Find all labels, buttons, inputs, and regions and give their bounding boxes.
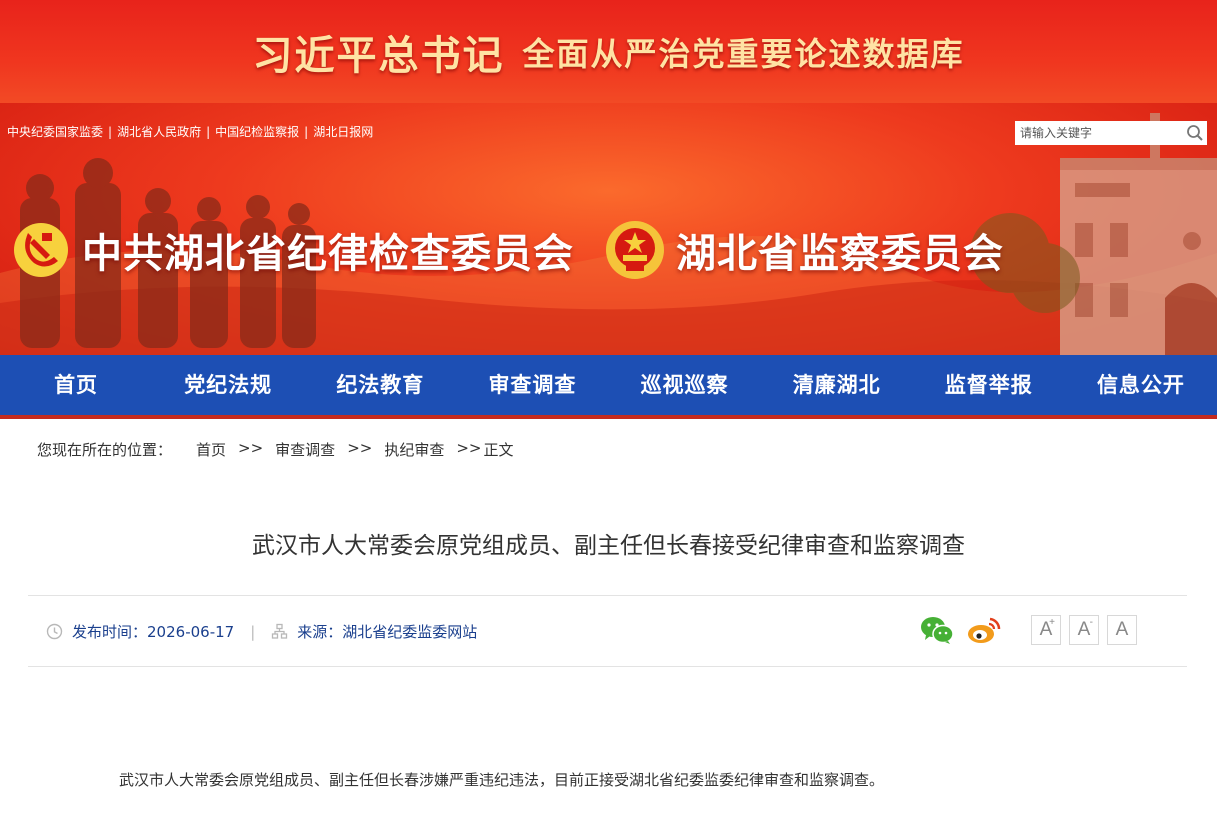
breadcrumb-home[interactable]: 首页 <box>196 439 226 460</box>
site-title: 中共湖北省纪律检查委员会 湖北省监察委员会 <box>12 219 1004 281</box>
nav-inspection[interactable]: 巡视巡察 <box>609 355 761 415</box>
article-meta: 发布时间： 2026-06-17 | 来源： 湖北省纪委监委网站 <box>46 621 477 642</box>
source-icon <box>272 623 288 639</box>
util-link-hubei-gov[interactable]: 湖北省人民政府 <box>117 123 201 140</box>
font-reset-label: A <box>1115 619 1129 640</box>
util-link-jjjcb[interactable]: 中国纪检监察报 <box>215 123 299 140</box>
top-banner[interactable]: 习近平总书记 全面从严治党重要论述数据库 <box>0 0 1217 103</box>
nav-investigation[interactable]: 审查调查 <box>456 355 608 415</box>
font-decrease-button[interactable]: A- <box>1069 615 1099 645</box>
divider-bottom <box>28 666 1187 667</box>
national-emblem-icon <box>606 221 664 279</box>
util-link-ccdi[interactable]: 中央纪委国家监委 <box>7 123 103 140</box>
banner-title-sub: 全面从严治党重要论述数据库 <box>522 34 965 73</box>
main-nav: 首页 党纪法规 纪法教育 审查调查 巡视巡察 清廉湖北 监督举报 信息公开 <box>0 355 1217 419</box>
nav-education[interactable]: 纪法教育 <box>304 355 456 415</box>
nav-report[interactable]: 监督举报 <box>913 355 1065 415</box>
search-input[interactable] <box>1015 122 1180 144</box>
breadcrumb-separator: >> <box>456 439 482 457</box>
site-header: 中央纪委国家监委 | 湖北省人民政府 | 中国纪检监察报 | 湖北日报网 中共湖… <box>0 103 1217 355</box>
publish-date: 2026-06-17 <box>147 622 235 641</box>
divider-top <box>28 595 1187 596</box>
search-box <box>1015 121 1207 145</box>
article-body: 武汉市人大常委会原党组成员、副主任但长春涉嫌严重违纪违法，目前正接受湖北省纪委监… <box>119 771 885 789</box>
font-decrease-label: A <box>1077 619 1091 640</box>
breadcrumb: 您现在所在的位置： 首页 >> 审查调查 >> 执纪审查 >> 正文 <box>37 439 514 460</box>
party-emblem-icon <box>14 223 68 277</box>
util-link-hubei-daily[interactable]: 湖北日报网 <box>313 123 373 140</box>
meta-separator: | <box>250 622 256 641</box>
weibo-icon[interactable] <box>966 615 1002 645</box>
share-buttons <box>920 615 1002 645</box>
search-icon[interactable] <box>1186 124 1204 142</box>
nav-info-disclosure[interactable]: 信息公开 <box>1065 355 1217 415</box>
nav-home[interactable]: 首页 <box>0 355 152 415</box>
breadcrumb-separator: >> <box>347 439 373 457</box>
util-links: 中央纪委国家监委 | 湖北省人民政府 | 中国纪检监察报 | 湖北日报网 <box>7 123 374 140</box>
font-increase-mark: + <box>1049 617 1055 628</box>
font-reset-button[interactable]: A <box>1107 615 1137 645</box>
article-title: 武汉市人大常委会原党组成员、副主任但长春接受纪律审查和监察调查 <box>252 533 965 559</box>
title-supervision-committee: 湖北省监察委员会 <box>676 230 1004 277</box>
breadcrumb-investigation[interactable]: 审查调查 <box>275 439 335 460</box>
source-value: 湖北省纪委监委网站 <box>342 623 478 641</box>
breadcrumb-discipline-review[interactable]: 执纪审查 <box>384 439 444 460</box>
font-increase-button[interactable]: A + <box>1031 615 1061 645</box>
breadcrumb-separator: >> <box>238 439 264 457</box>
breadcrumb-label: 您现在所在的位置： <box>37 441 173 459</box>
banner-title-main: 习近平总书记 <box>252 31 505 79</box>
title-discipline-committee: 中共湖北省纪律检查委员会 <box>82 230 574 277</box>
publish-label: 发布时间： <box>72 623 148 641</box>
font-size-controls: A + A- A <box>1031 615 1145 645</box>
nav-party-regulations[interactable]: 党纪法规 <box>152 355 304 415</box>
breadcrumb-current: 正文 <box>483 441 514 459</box>
font-decrease-mark: - <box>1089 617 1093 628</box>
wechat-icon[interactable] <box>920 615 954 645</box>
clock-icon <box>46 623 63 640</box>
source-label: 来源： <box>297 623 343 641</box>
nav-clean-hubei[interactable]: 清廉湖北 <box>761 355 913 415</box>
